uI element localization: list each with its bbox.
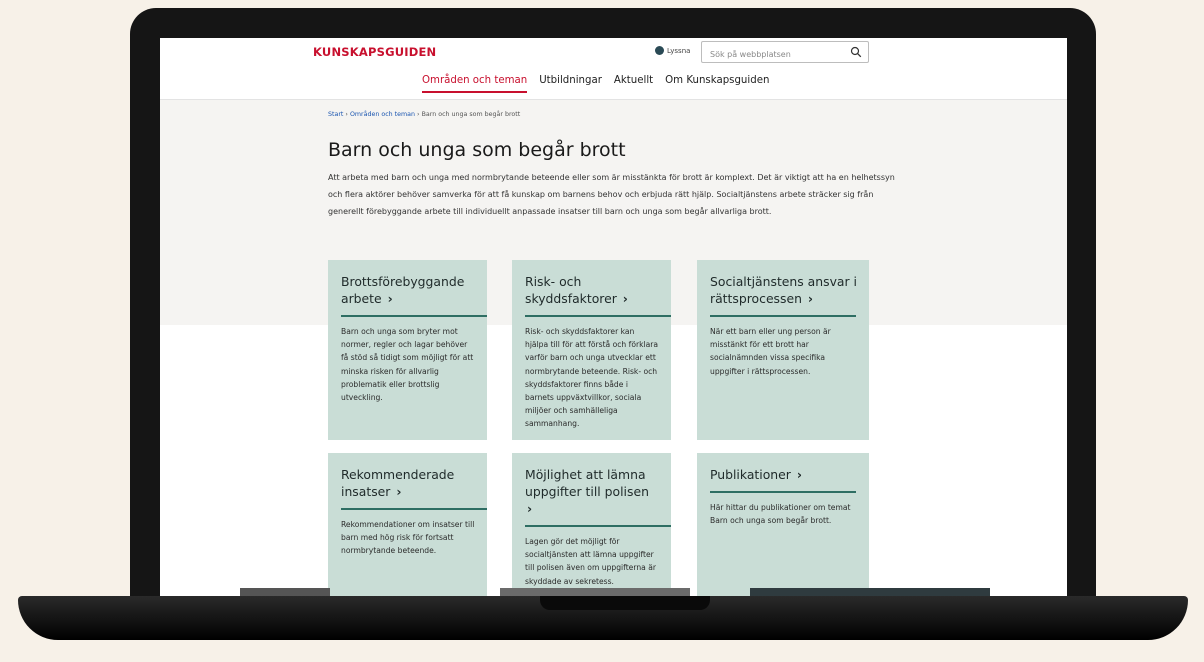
search-input[interactable] bbox=[702, 44, 842, 65]
topic-card[interactable]: Publikationer › Här hittar du publikatio… bbox=[697, 453, 869, 596]
breadcrumb-separator: › bbox=[417, 111, 420, 118]
breadcrumb-separator: › bbox=[345, 111, 348, 118]
main-nav: Områden och teman Utbildningar Aktuellt … bbox=[422, 75, 769, 93]
card-title[interactable]: Risk- och skyddsfaktorer › bbox=[525, 273, 659, 307]
breadcrumb: Start › Områden och teman › Barn och ung… bbox=[328, 111, 520, 118]
listen-icon bbox=[655, 46, 664, 55]
card-text: Risk- och skyddsfaktorer kan hjälpa till… bbox=[525, 327, 659, 429]
card-divider bbox=[341, 508, 487, 510]
nav-item-omraden[interactable]: Områden och teman bbox=[422, 75, 528, 93]
chevron-right-icon: › bbox=[796, 467, 802, 482]
topic-card[interactable]: Risk- och skyddsfaktorer › Risk- och sky… bbox=[512, 260, 671, 440]
chevron-right-icon: › bbox=[527, 501, 533, 516]
card-divider bbox=[525, 315, 671, 317]
topic-card[interactable]: Socialtjänstens ansvar i rättsprocessen … bbox=[697, 260, 869, 440]
topic-card[interactable]: Brottsförebyggande arbete › Barn och ung… bbox=[328, 260, 487, 440]
listen-button[interactable]: Lyssna bbox=[655, 46, 690, 55]
laptop-notch bbox=[540, 596, 710, 610]
page-title: Barn och unga som begår brott bbox=[328, 139, 626, 161]
image-strip bbox=[500, 588, 690, 596]
card-divider bbox=[341, 315, 487, 317]
card-text: Rekommendationer om insatser till barn m… bbox=[341, 520, 475, 556]
nav-item-om[interactable]: Om Kunskapsguiden bbox=[665, 75, 769, 93]
search-icon[interactable] bbox=[850, 46, 862, 58]
card-divider bbox=[710, 315, 856, 317]
card-title[interactable]: Brottsförebyggande arbete › bbox=[341, 273, 475, 307]
breadcrumb-current: Barn och unga som begår brott bbox=[421, 111, 521, 118]
chevron-right-icon: › bbox=[396, 484, 402, 499]
site-logo[interactable]: KUNSKAPSGUIDEN bbox=[313, 45, 436, 59]
card-divider bbox=[710, 491, 856, 493]
card-text: Barn och unga som bryter mot normer, reg… bbox=[341, 327, 474, 403]
card-title[interactable]: Socialtjänstens ansvar i rättsprocessen … bbox=[710, 273, 857, 307]
breadcrumb-start[interactable]: Start bbox=[328, 111, 343, 118]
card-title[interactable]: Rekommenderade insatser › bbox=[341, 466, 475, 500]
chevron-right-icon: › bbox=[387, 291, 393, 306]
topic-card[interactable]: Möjlighet att lämna uppgifter till polis… bbox=[512, 453, 671, 596]
laptop-base bbox=[18, 596, 1188, 640]
nav-item-utbildningar[interactable]: Utbildningar bbox=[539, 75, 602, 93]
card-title[interactable]: Möjlighet att lämna uppgifter till polis… bbox=[525, 466, 659, 517]
card-divider bbox=[525, 525, 671, 527]
nav-item-aktuellt[interactable]: Aktuellt bbox=[614, 75, 653, 93]
image-strip bbox=[750, 588, 990, 596]
image-strip bbox=[240, 588, 330, 596]
chevron-right-icon: › bbox=[807, 291, 814, 306]
topic-card[interactable]: Rekommenderade insatser › Rekommendation… bbox=[328, 453, 487, 596]
page-intro: Att arbeta med barn och unga med normbry… bbox=[328, 173, 895, 216]
card-text: Lagen gör det möjligt för socialtjänsten… bbox=[525, 537, 656, 586]
card-title[interactable]: Publikationer › bbox=[710, 466, 857, 483]
chevron-right-icon: › bbox=[622, 291, 628, 306]
site-header: KUNSKAPSGUIDEN Lyssna Områden och teman … bbox=[160, 38, 1067, 100]
listen-label: Lyssna bbox=[667, 46, 691, 55]
search-box bbox=[701, 41, 869, 65]
card-text: När ett barn eller ung person är misstän… bbox=[710, 327, 831, 376]
card-text: Här hittar du publikationer om temat Bar… bbox=[710, 503, 851, 526]
breadcrumb-section[interactable]: Områden och teman bbox=[350, 111, 415, 118]
laptop-screen: KUNSKAPSGUIDEN Lyssna Områden och teman … bbox=[160, 38, 1067, 596]
